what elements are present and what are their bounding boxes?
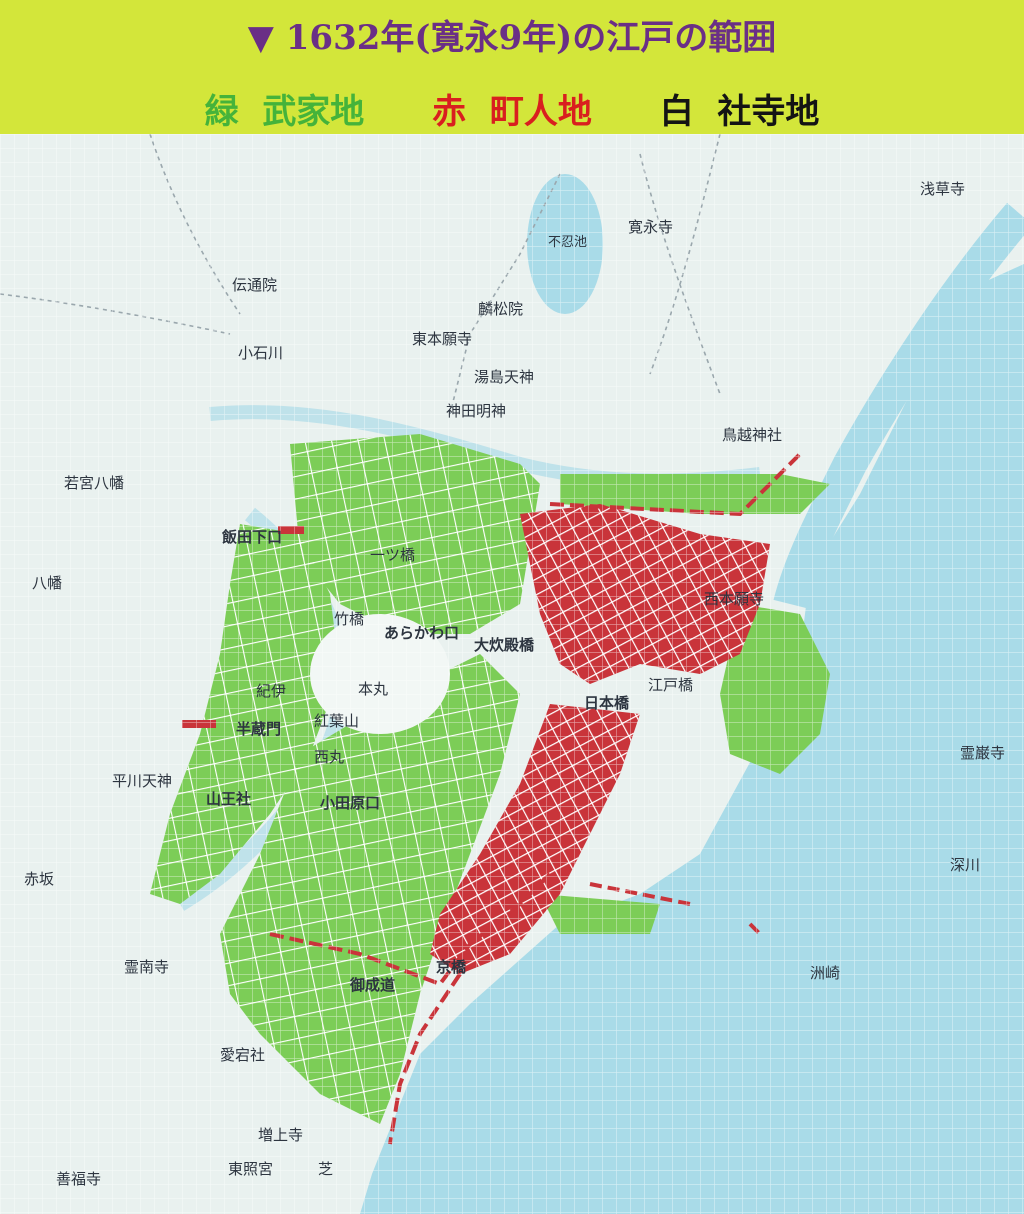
label-hanzomon: 半蔵門 [236,720,281,738]
label-shinobazu: 不忍池 [548,235,587,250]
label-atago: 愛宕社 [220,1046,265,1064]
label-edobashi: 江戸橋 [648,676,693,694]
label-yushima: 湯島天神 [474,368,534,386]
legend-label: 武家地 [262,92,365,132]
label-iidabashi: 飯田下口 [221,528,282,546]
label-hitotsubashi: 一ツ橋 [370,546,415,564]
legend-color-name: 緑 [204,92,239,132]
label-hachiman: 八幡 [32,574,62,592]
label-senzoku: 洲崎 [810,964,840,982]
legend-label: 町人地 [489,92,592,132]
label-nishinomaru: 西丸 [314,748,344,766]
label-kii: 紀伊 [256,682,286,700]
label-kyobashi: 京橋 [436,958,467,976]
legend: 緑 武家地 赤 町人地 白 社寺地 [0,84,1024,133]
legend-color-name: 赤 [432,92,467,132]
header-banner: ▼ 1632年(寛永9年)の江戸の範囲 緑 武家地 赤 町人地 白 社寺地 [0,0,1024,137]
legend-color-name: 白 [659,92,694,132]
label-takebashi: 竹橋 [334,610,364,628]
label-kaneiji: 寛永寺 [628,218,673,236]
label-honmaru: 本丸 [358,680,388,698]
label-torigoe: 鳥越神社 [722,426,782,444]
label-kanda-myojin: 神田明神 [446,402,506,420]
title-text: 1632年(寛永9年)の江戸の範囲 [285,18,777,58]
label-momijiyama: 紅葉山 [314,712,359,730]
label-asakusa: 浅草寺 [920,180,965,198]
label-nihonbashi: 日本橋 [584,694,630,712]
label-toshogu: 東照宮 [228,1160,273,1178]
label-ote: 大炊殿橋 [474,636,535,654]
label-sanno: 山王社 [206,790,251,808]
map-grid-texture [0,134,1024,1214]
label-dentsuin: 伝通院 [232,276,277,294]
label-onarimichi: 御成道 [349,976,395,994]
label-odawara: 小田原口 [320,794,380,812]
label-fukagawa: 深川 [950,856,980,874]
label-hirakawa: 平川天神 [112,772,172,790]
label-arakawa: あらかわ口 [384,624,459,642]
edo-map: 浅草寺 寛永寺 不忍池 伝通院 麟松院 東本願寺 湯島天神 神田明神 小石川 鳥… [0,134,1024,1214]
label-wakamiya: 若宮八幡 [64,474,124,492]
legend-item-samurai: 緑 武家地 [205,92,377,132]
label-koishikawa: 小石川 [238,344,283,362]
label-nishi-honganji: 西本願寺 [704,590,764,608]
label-higashi-honganji: 東本願寺 [412,330,472,348]
triangle-marker-icon: ▼ [247,18,274,58]
legend-label: 社寺地 [717,92,820,132]
label-reiganji: 霊巌寺 [960,744,1005,762]
legend-item-merchant: 赤 町人地 [432,92,604,132]
legend-item-temple: 白 社寺地 [660,92,820,132]
label-reinanji: 霊南寺 [124,958,169,976]
label-akasaka: 赤坂 [24,870,54,888]
label-girinshoin: 麟松院 [478,300,523,318]
label-zenpukuji: 善福寺 [56,1170,101,1188]
label-shiba: 芝 [318,1160,333,1178]
label-zojoji: 増上寺 [258,1126,303,1144]
map-title: ▼ 1632年(寛永9年)の江戸の範囲 [0,10,1024,59]
